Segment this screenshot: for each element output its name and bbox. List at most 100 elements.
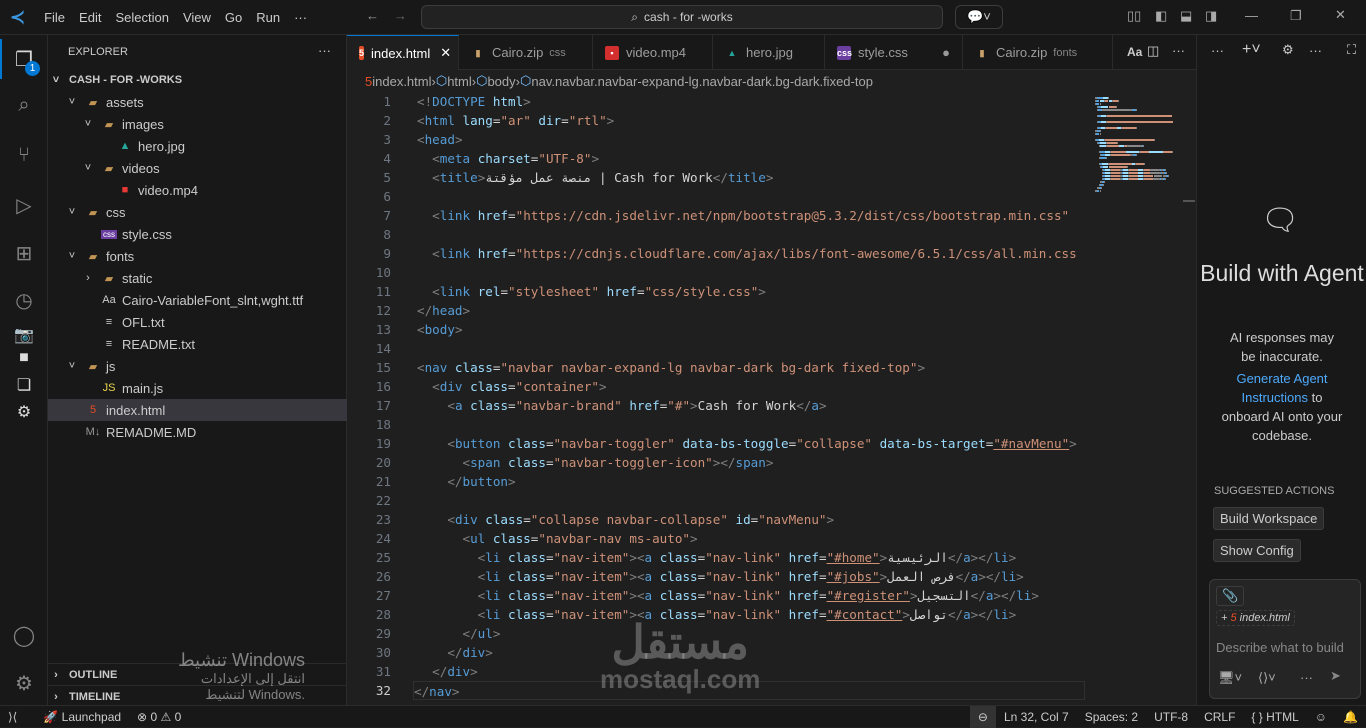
code-line[interactable]: <link href="https://cdnjs.cloudflare.com… bbox=[417, 244, 1077, 263]
menu-go[interactable]: Go bbox=[218, 10, 249, 25]
layout-icon[interactable]: ▯▯ bbox=[1127, 8, 1141, 24]
breadcrumb-item[interactable]: nav.navbar.navbar-expand-lg.navbar-dark.… bbox=[531, 74, 873, 89]
context-file-chip[interactable]: + 5 index.html bbox=[1216, 610, 1295, 626]
code-line[interactable]: <li class="nav-item"><a class="nav-link"… bbox=[417, 567, 1024, 586]
tree-item-folder[interactable]: ˅ ▰ images bbox=[48, 113, 347, 135]
tree-item-folder[interactable]: ˅ ▰ assets bbox=[48, 91, 347, 113]
close-window-icon[interactable]: ✕ bbox=[1335, 7, 1346, 23]
code-line[interactable]: <li class="nav-item"><a class="nav-link"… bbox=[417, 586, 1039, 605]
show-config-button[interactable]: Show Config bbox=[1213, 539, 1301, 562]
tree-item-folder[interactable]: ˅ ▰ js bbox=[48, 355, 347, 377]
tab-video-mp4[interactable]: ▪ video.mp4 bbox=[593, 35, 713, 70]
agent-mode-icon[interactable]: 🖥˅ bbox=[1218, 670, 1242, 686]
build-workspace-button[interactable]: Build Workspace bbox=[1213, 507, 1325, 530]
code-line[interactable]: <body> bbox=[417, 320, 463, 339]
minimize-icon[interactable]: — bbox=[1245, 8, 1258, 23]
tree-item-text[interactable]: ≡ OFL.txt bbox=[48, 311, 347, 333]
chat-input-box[interactable]: 📎 + 5 index.html Describe what to build … bbox=[1209, 579, 1361, 699]
tree-item-html[interactable]: 5 index.html bbox=[48, 399, 347, 421]
source-control-icon[interactable]: ⑂ bbox=[0, 135, 48, 175]
restore-icon[interactable]: ❐ bbox=[1290, 8, 1302, 24]
copilot-chat-button[interactable]: 💬˅ bbox=[955, 5, 1003, 29]
maximize-icon[interactable]: ⛶ bbox=[1347, 42, 1356, 58]
indentation[interactable]: Spaces: 2 bbox=[1077, 710, 1146, 724]
split-editor-icon[interactable]: ◫ bbox=[1147, 43, 1159, 59]
language-mode[interactable]: { } HTML bbox=[1243, 710, 1306, 724]
code-line[interactable]: </head> bbox=[417, 301, 470, 320]
chat-settings-gear-icon[interactable]: ⚙ bbox=[1282, 42, 1294, 58]
code-line[interactable]: <li class="nav-item"><a class="nav-link"… bbox=[417, 548, 1017, 567]
tree-item-md[interactable]: M↓ REMADME.MD bbox=[48, 421, 347, 443]
search-icon[interactable]: ⌕ bbox=[0, 85, 48, 125]
launchpad-item[interactable]: 🚀 Launchpad bbox=[35, 710, 129, 724]
close-tab-icon[interactable]: ✕ bbox=[440, 45, 451, 61]
problems-item[interactable]: ⊗ 0 ⚠ 0 bbox=[129, 710, 189, 724]
unsaved-dot-icon[interactable]: ● bbox=[942, 45, 950, 60]
code-line[interactable]: </div> bbox=[417, 662, 478, 681]
font-toggle-icon[interactable]: Aa bbox=[1127, 45, 1142, 59]
menu-run[interactable]: Run bbox=[249, 10, 287, 25]
code-line[interactable]: <title>منصة عمل مؤقتة | Cash for Work</t… bbox=[417, 168, 773, 187]
menu-view[interactable]: View bbox=[176, 10, 218, 25]
extensions-icon[interactable]: ⊞ bbox=[0, 233, 48, 273]
breadcrumb-item[interactable]: html bbox=[447, 74, 472, 89]
code-line[interactable]: </ul> bbox=[417, 624, 501, 643]
minimap[interactable] bbox=[1085, 92, 1185, 392]
panel-more-icon[interactable]: ··· bbox=[1211, 43, 1224, 58]
chat-input-placeholder[interactable]: Describe what to build bbox=[1216, 640, 1356, 655]
tab-index-html[interactable]: 5 index.html ✕ bbox=[347, 35, 459, 70]
tree-item-text[interactable]: ≡ README.txt bbox=[48, 333, 347, 355]
command-center-search[interactable]: ⌕ cash - for -works bbox=[421, 5, 943, 29]
code-editor[interactable]: 1 <!DOCTYPE html> 2 <html lang="ar" dir="rt… bbox=[347, 92, 1085, 705]
code-line[interactable]: <link href="https://cdn.jsdelivr.net/npm… bbox=[417, 206, 1069, 225]
tree-item-video[interactable]: ■ video.mp4 bbox=[48, 179, 347, 201]
send-icon[interactable]: ➤ bbox=[1330, 668, 1341, 684]
code-line[interactable]: <a class="navbar-brand" href="#">Cash fo… bbox=[417, 396, 826, 415]
zoom-icon[interactable]: ⊖ bbox=[969, 705, 996, 728]
settings-overlay-icon[interactable]: ⚙ bbox=[0, 392, 48, 432]
toggle-panel-icon[interactable]: ⬓ bbox=[1180, 8, 1192, 24]
code-line[interactable]: <!DOCTYPE html> bbox=[417, 92, 531, 111]
code-line[interactable]: <html lang="ar" dir="rtl"> bbox=[417, 111, 614, 130]
chat-more-icon[interactable]: ··· bbox=[1309, 43, 1322, 58]
code-line[interactable]: <ul class="navbar-nav ms-auto"> bbox=[417, 529, 698, 548]
code-line[interactable]: </div> bbox=[417, 643, 493, 662]
notifications-bell-icon[interactable]: 🔔 bbox=[1335, 710, 1366, 724]
breadcrumb-item[interactable]: index.html bbox=[372, 74, 431, 89]
code-line[interactable]: <div class="container"> bbox=[417, 377, 606, 396]
chat-options-icon[interactable]: ··· bbox=[1300, 670, 1313, 685]
copilot-icon[interactable]: ☺ bbox=[1307, 710, 1335, 724]
toggle-secondary-sidebar-icon[interactable]: ◨ bbox=[1205, 8, 1217, 24]
explorer-more-button[interactable]: ··· bbox=[318, 43, 331, 58]
tree-item-folder[interactable]: ˅ ▰ videos bbox=[48, 157, 347, 179]
run-debug-icon[interactable]: ▷ bbox=[0, 185, 48, 225]
code-line[interactable]: <meta charset="UTF-8"> bbox=[417, 149, 599, 168]
tree-item-js[interactable]: JS main.js bbox=[48, 377, 347, 399]
tree-item-font[interactable]: Aa Cairo-VariableFont_slnt,wght.ttf bbox=[48, 289, 347, 311]
tree-item-folder[interactable]: › ▰ static bbox=[48, 267, 347, 289]
editor-more-icon[interactable]: ··· bbox=[1172, 43, 1185, 58]
menu-edit[interactable]: Edit bbox=[72, 10, 108, 25]
tab-cairo-zip[interactable]: ▮ Cairo.zip fonts bbox=[963, 35, 1113, 70]
forward-arrow-icon[interactable]: → bbox=[394, 8, 407, 23]
tab-hero-jpg[interactable]: ▲ hero.jpg bbox=[713, 35, 825, 70]
menu-file[interactable]: File bbox=[37, 10, 72, 25]
code-line[interactable]: <head> bbox=[417, 130, 463, 149]
account-icon[interactable]: ◯ bbox=[0, 615, 48, 655]
code-line[interactable]: <div class="collapse navbar-collapse" id… bbox=[417, 510, 834, 529]
new-chat-icon[interactable]: +˅ bbox=[1242, 41, 1261, 59]
attach-icon[interactable]: 📎 bbox=[1216, 586, 1245, 606]
code-line[interactable]: <nav class="navbar navbar-expand-lg navb… bbox=[417, 358, 925, 377]
code-line[interactable]: <span class="navbar-toggler-icon"></span… bbox=[417, 453, 774, 472]
encoding[interactable]: UTF-8 bbox=[1146, 710, 1196, 724]
code-line[interactable]: <link rel="stylesheet" href="css/style.c… bbox=[417, 282, 766, 301]
manage-gear-icon[interactable]: ⚙ bbox=[0, 663, 48, 703]
tab-cairo-zip[interactable]: ▮ Cairo.zip css bbox=[459, 35, 593, 70]
tree-item-image[interactable]: ▲ hero.jpg bbox=[48, 135, 347, 157]
menu-selection[interactable]: Selection bbox=[108, 10, 175, 25]
back-arrow-icon[interactable]: ← bbox=[366, 8, 379, 23]
explorer-icon[interactable]: ❐ 1 bbox=[0, 39, 48, 79]
toggle-sidebar-icon[interactable]: ◧ bbox=[1155, 8, 1167, 24]
tree-item-folder[interactable]: ˅ ▰ css bbox=[48, 201, 347, 223]
timeline-icon[interactable]: ◷ bbox=[0, 280, 48, 320]
